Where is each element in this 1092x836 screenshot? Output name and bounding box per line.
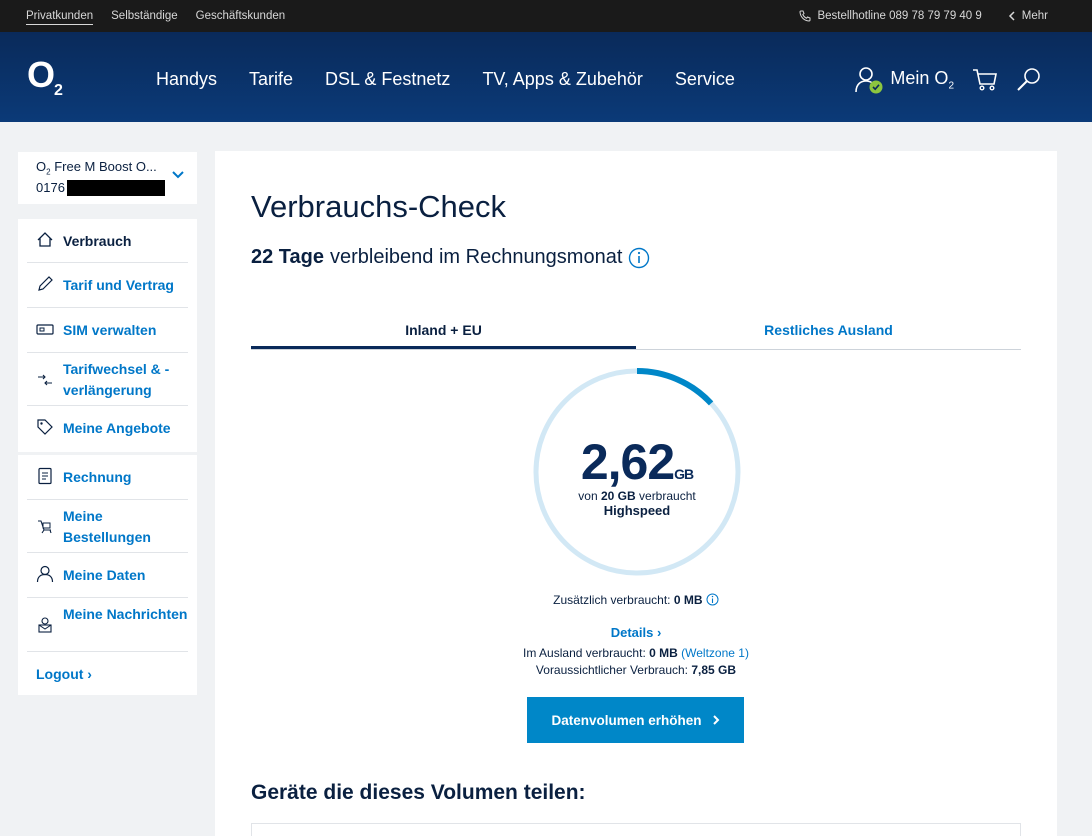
sidebar-item-sim-verwalten[interactable]: SIM verwalten (27, 308, 188, 353)
main-nav: Handys Tarife DSL & Festnetz TV, Apps & … (156, 69, 735, 90)
sidebar-item-meine-angebote[interactable]: Meine Angebote (27, 406, 188, 451)
sidebar-item-label: Rechnung (63, 469, 132, 485)
sidebar-item-tarifwechsel[interactable]: Tarifwechsel & -verlängerung (27, 353, 188, 406)
tab-restliches-ausland[interactable]: Restliches Ausland (636, 315, 1021, 349)
sidebar-item-verbrauch[interactable]: Verbrauch (27, 219, 188, 263)
more-link[interactable]: Mehr (1022, 10, 1048, 22)
info-icon[interactable] (628, 247, 650, 269)
tab-inland-eu[interactable]: Inland + EU (251, 315, 636, 349)
extra-usage: Zusätzlich verbraucht: 0 MB (215, 593, 1057, 607)
hotline-text[interactable]: Bestellhotline 089 78 79 79 40 9 (817, 10, 981, 22)
info-icon[interactable] (706, 593, 719, 606)
sidebar-item-meine-nachrichten[interactable]: Meine Nachrichten (27, 598, 188, 652)
logo-text: O (27, 54, 55, 95)
user-icon (36, 565, 54, 583)
shared-devices-title: Geräte die dieses Volumen teilen: (251, 781, 586, 804)
nav-dsl-festnetz[interactable]: DSL & Festnetz (325, 69, 450, 90)
gauge-text: 2,62GB von 20 GB verbraucht Highspeed (531, 433, 743, 518)
sidebar-item-meine-daten[interactable]: Meine Daten (27, 553, 188, 598)
nav-tarife[interactable]: Tarife (249, 69, 293, 90)
main-header: O2 Handys Tarife DSL & Festnetz TV, Apps… (0, 32, 1092, 122)
nav-tv-apps-zubehoer[interactable]: TV, Apps & Zubehör (482, 69, 642, 90)
sim-icon (36, 324, 54, 335)
logo-sub: 2 (54, 82, 63, 99)
segment-geschaeftskunden[interactable]: Geschäftskunden (196, 10, 286, 25)
days-remaining: 22 Tage verbleibend im Rechnungsmonat (251, 246, 650, 269)
contract-selector[interactable]: O2 Free M Boost O... 0176 (18, 152, 197, 204)
page-title: Verbrauchs-Check (251, 189, 507, 224)
chevron-down-icon (172, 171, 184, 179)
o2-logo[interactable]: O2 (27, 54, 63, 99)
sidebar-item-meine-bestellungen[interactable]: Meine Bestellungen (27, 500, 188, 553)
phone-icon (799, 10, 811, 22)
usage-of-total: von 20 GB verbraucht (578, 489, 696, 503)
sidebar-item-label: Meine Angebote (63, 420, 171, 436)
sidebar-item-label: Meine Nachrichten (63, 606, 188, 622)
sidebar-menu-secondary: Rechnung Meine Bestellungen Meine Daten … (18, 455, 197, 695)
cart-icon[interactable] (972, 68, 998, 92)
usage-value: 2,62GB (580, 434, 694, 490)
segment-selbstaendige[interactable]: Selbständige (111, 10, 178, 25)
sidebar-item-label: Verbrauch (63, 233, 132, 249)
increase-data-button[interactable]: Datenvolumen erhöhen (527, 697, 744, 743)
chevron-right-icon (712, 715, 719, 725)
sidebar-item-label: Meine Daten (63, 567, 146, 583)
nav-handys[interactable]: Handys (156, 69, 217, 90)
shared-devices-list (251, 823, 1021, 836)
top-utility-bar: Privatkunden Selbständige Geschäftskunde… (0, 0, 1092, 32)
sidebar-item-label: SIM verwalten (63, 322, 157, 338)
redacted-block (66, 179, 165, 196)
sidebar-item-label: Meine Bestellungen (63, 508, 151, 545)
weltzone-link[interactable]: (Weltzone 1) (681, 646, 749, 660)
nav-service[interactable]: Service (675, 69, 735, 90)
tag-icon (37, 419, 53, 435)
segment-privatkunden[interactable]: Privatkunden (26, 10, 94, 25)
invoice-icon (38, 467, 52, 485)
usage-check-panel: Verbrauchs-Check 22 Tage verbleibend im R… (215, 151, 1057, 836)
contract-number: 0176 (36, 180, 65, 196)
region-tabs: Inland + EU Restliches Ausland (251, 315, 1021, 350)
pencil-icon (38, 276, 53, 291)
mein-o2-button[interactable]: Mein O2 (854, 66, 954, 94)
chevron-left-icon (1008, 11, 1015, 21)
logout-link[interactable]: Logout › (27, 652, 188, 682)
sidebar-item-rechnung[interactable]: Rechnung (27, 455, 188, 500)
messages-icon (38, 617, 52, 633)
cart-trolley-icon (38, 520, 52, 534)
details-link[interactable]: Details › (215, 625, 1057, 640)
search-icon[interactable] (1016, 67, 1042, 93)
sidebar-menu-primary: Verbrauch Tarif und Vertrag SIM verwalte… (18, 219, 197, 452)
switch-arrows-icon (38, 374, 52, 386)
sidebar-item-label: Tarifwechsel & -verlängerung (63, 361, 170, 398)
home-icon (37, 232, 53, 247)
sidebar-item-label: Tarif und Vertrag (63, 277, 174, 293)
abroad-usage: Im Ausland verbraucht: 0 MB (Weltzone 1)… (523, 646, 749, 677)
usage-speed: Highspeed (603, 503, 671, 518)
user-check-icon (855, 67, 883, 94)
account-label: Mein O2 (890, 68, 954, 92)
sidebar-item-tarif-und-vertrag[interactable]: Tarif und Vertrag (27, 263, 188, 308)
